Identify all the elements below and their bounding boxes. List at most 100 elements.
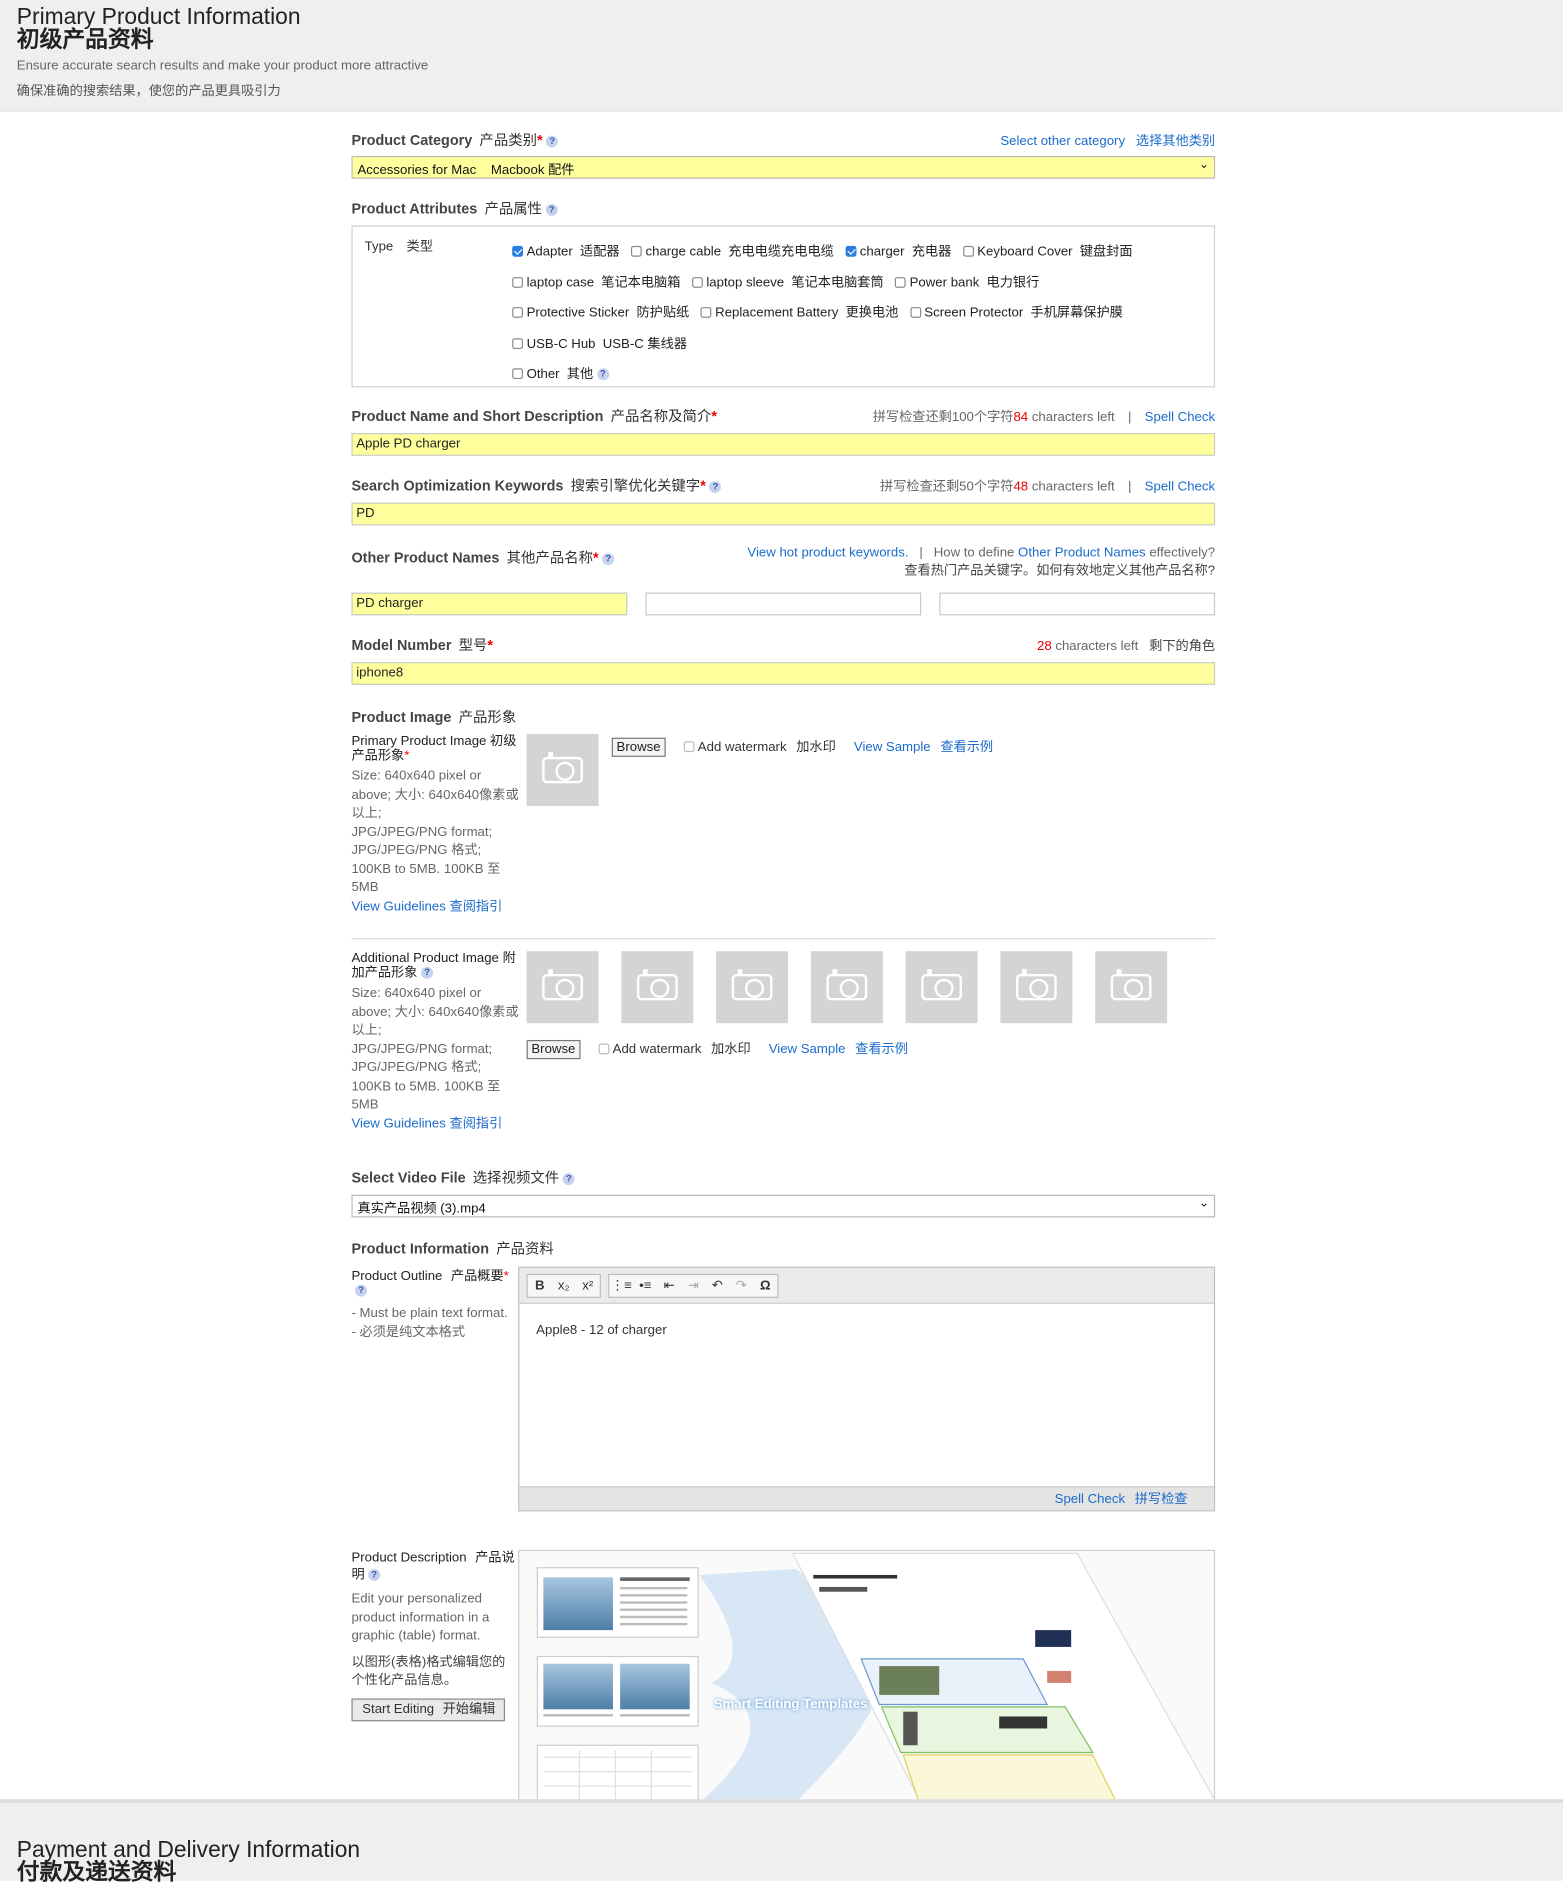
watermark-checkbox[interactable] (598, 1043, 610, 1055)
help-icon[interactable]: ? (368, 1569, 381, 1582)
option-screen-protector[interactable]: Screen Protector 手机屏幕保护膜 (909, 306, 1123, 320)
camera-placeholder-icon[interactable] (1000, 951, 1073, 1024)
other-name-input-1[interactable]: PD charger (351, 592, 628, 616)
option-charge-cable[interactable]: charge cable 充电电缆充电电缆 (631, 245, 834, 259)
spell-check-link[interactable]: Spell Check (1055, 1492, 1125, 1506)
help-icon[interactable]: ? (545, 203, 558, 216)
view-sample-link[interactable]: View Sample (769, 1042, 846, 1056)
browse-button[interactable]: Browse (526, 1039, 581, 1060)
camera-placeholder-icon[interactable] (716, 951, 789, 1024)
bold-icon[interactable]: B (528, 1274, 552, 1296)
option-other[interactable]: Other 其他? (512, 367, 609, 381)
unordered-list-icon[interactable]: •≡ (633, 1274, 657, 1296)
camera-placeholder-icon[interactable] (621, 951, 694, 1024)
keywords-label: Search Optimization Keywords (351, 477, 564, 495)
checkbox[interactable] (631, 245, 642, 257)
help-icon[interactable]: ? (602, 552, 615, 565)
product-name-label-cn: 产品名称及简介 (610, 407, 712, 425)
select-other-category-link-cn[interactable]: 选择其他类别 (1136, 134, 1215, 148)
help-icon[interactable]: ? (421, 966, 434, 979)
checkbox[interactable] (512, 368, 523, 380)
option-laptop-case[interactable]: laptop case 笔记本电脑箱 (512, 275, 680, 290)
chevron-down-icon: ⌄ (1199, 1197, 1210, 1211)
option-adapter[interactable]: Adapter 适配器 (512, 245, 620, 259)
checkbox[interactable] (845, 245, 857, 257)
undo-icon[interactable]: ↶ (705, 1274, 729, 1296)
editor-content[interactable]: Apple8 - 12 of charger (519, 1304, 1214, 1486)
page-title-cn: 初级产品资料 (16, 27, 154, 53)
additional-image-label: Additional Product Image (351, 951, 499, 966)
outline-label: Product Outline (351, 1269, 443, 1284)
help-icon[interactable]: ? (562, 1172, 575, 1185)
camera-placeholder-icon[interactable] (905, 951, 978, 1024)
other-name-input-2[interactable] (645, 592, 922, 616)
spell-check-link[interactable]: Spell Check (1145, 479, 1215, 493)
checkbox[interactable] (512, 307, 523, 318)
video-select[interactable]: 真实产品视频 (3).mp4 ⌄ (351, 1194, 1216, 1218)
video-label-cn: 选择视频文件 (472, 1169, 560, 1187)
camera-placeholder-icon[interactable] (526, 734, 599, 807)
editor-footer: Spell Check 拼写检查 (519, 1486, 1214, 1511)
camera-placeholder-icon[interactable] (526, 951, 599, 1024)
checkbox[interactable] (962, 245, 974, 257)
category-select[interactable]: Accessories for Mac Macbook 配件 ⌄ (351, 155, 1216, 179)
select-other-category-link[interactable]: Select other category (1000, 134, 1125, 148)
other-names-cn-line: 查看热门产品关键字。如何有效地定义其他产品名称? (904, 563, 1216, 579)
checkbox[interactable] (909, 307, 921, 318)
camera-placeholder-icon[interactable] (1095, 951, 1168, 1024)
info-label: Product Information (351, 1240, 490, 1258)
ordered-list-icon[interactable]: ⋮≡ (609, 1274, 633, 1296)
outdent-icon[interactable]: ⇤ (657, 1274, 681, 1296)
option-laptop-sleeve[interactable]: laptop sleeve 笔记本电脑套筒 (691, 275, 884, 290)
payment-title: Payment and Delivery Information (16, 1837, 361, 1863)
option-replacement-battery[interactable]: Replacement Battery 更换电池 (700, 306, 898, 320)
browse-button[interactable]: Browse (611, 737, 666, 757)
camera-placeholder-icon[interactable] (810, 951, 883, 1024)
view-guidelines-link[interactable]: View Guidelines (351, 1116, 445, 1130)
product-name-input[interactable]: Apple PD charger (351, 433, 1216, 456)
product-name-label: Product Name and Short Description (351, 407, 604, 425)
keywords-input[interactable]: PD (351, 502, 1216, 526)
checkbox[interactable] (512, 337, 523, 349)
page-subtitle-cn: 确保准确的搜索结果，使您的产品更具吸引力 (16, 83, 281, 99)
checkbox[interactable] (895, 276, 907, 288)
editor-toolbar: B x₂ x² ⋮≡ •≡ ⇤ ⇥ ↶ ↷ Ω (519, 1267, 1214, 1304)
templates-preview[interactable]: Smart Editing Templates (518, 1549, 1216, 1817)
checkbox[interactable] (512, 276, 523, 288)
other-names-label: Other Product Names (351, 549, 500, 567)
superscript-icon[interactable]: x² (576, 1274, 600, 1296)
view-sample-link[interactable]: View Sample (854, 740, 931, 754)
indent-icon[interactable]: ⇥ (681, 1274, 705, 1296)
option-protective-sticker[interactable]: Protective Sticker 防护贴纸 (512, 306, 689, 320)
checkbox[interactable] (512, 245, 523, 257)
model-label-cn: 型号 (458, 636, 488, 654)
checkbox[interactable] (700, 307, 712, 318)
view-guidelines-link[interactable]: View Guidelines (351, 899, 445, 913)
option-charger[interactable]: charger 充电器 (845, 245, 951, 259)
hot-keywords-link[interactable]: View hot product keywords. (747, 546, 908, 560)
option-keyboard-cover[interactable]: Keyboard Cover 键盘封面 (962, 245, 1133, 259)
outline-editor[interactable]: B x₂ x² ⋮≡ •≡ ⇤ ⇥ ↶ ↷ Ω Apple8 - 12 of c… (518, 1266, 1216, 1512)
start-editing-button[interactable]: Start Editing 开始编辑 (351, 1697, 505, 1722)
help-icon[interactable]: ? (709, 480, 722, 493)
category-row: Product Category 产品类别*? Select other cate… (351, 131, 1216, 149)
category-label-cn: 产品类别 (479, 131, 538, 149)
subscript-icon[interactable]: x₂ (552, 1274, 576, 1296)
help-icon[interactable]: ? (355, 1284, 368, 1297)
watermark-checkbox[interactable] (683, 741, 695, 753)
product-name-counter: 拼写检查还剩100个字符84 characters left | Spell C… (872, 409, 1216, 425)
checkbox[interactable] (691, 276, 703, 288)
spell-check-link[interactable]: Spell Check (1145, 410, 1215, 424)
option-power-bank[interactable]: Power bank 电力银行 (895, 275, 1039, 290)
divider (351, 938, 1216, 940)
help-icon[interactable]: ? (546, 135, 559, 148)
templates-illustration (536, 1552, 1214, 1815)
other-name-input-3[interactable] (939, 592, 1216, 616)
type-options: Adapter 适配器 charge cable 充电电缆充电电缆 charger 充… (512, 236, 1196, 389)
other-names-howto-link[interactable]: Other Product Names (1018, 546, 1146, 560)
model-input[interactable]: iphone8 (351, 662, 1216, 685)
special-char-icon[interactable]: Ω (753, 1274, 777, 1296)
option-usb-c-hub[interactable]: USB-C Hub USB-C 集线器 (512, 336, 687, 351)
redo-icon[interactable]: ↷ (729, 1274, 753, 1296)
help-icon[interactable]: ? (596, 368, 609, 381)
